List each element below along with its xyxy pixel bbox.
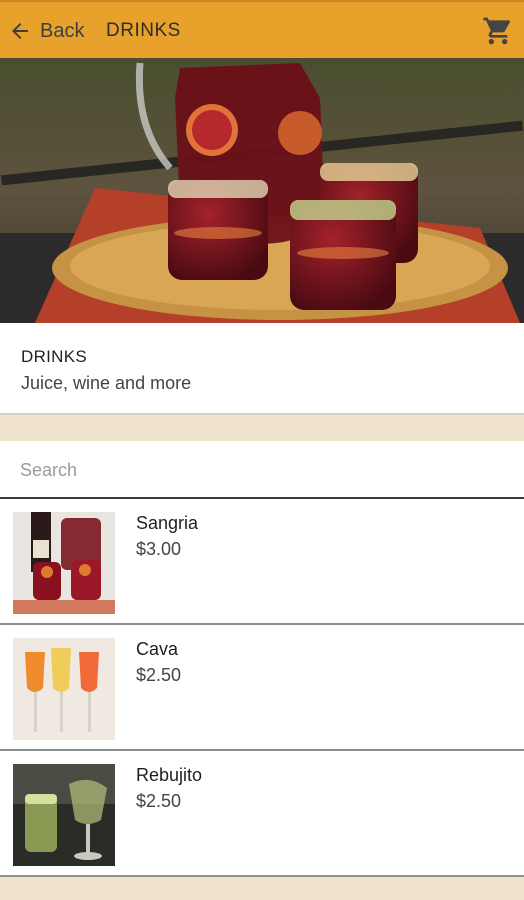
product-name: Sangria (136, 513, 199, 533)
product-thumbnail-sangria (13, 512, 115, 614)
category-title: DRINKS (21, 347, 88, 366)
back-button[interactable]: Back (8, 14, 84, 48)
back-arrow-icon (12, 23, 28, 39)
product-price: $3.00 (136, 539, 182, 559)
product-list: Sangria $3.00 Cava $2.50 Rebujito $2.50 (0, 499, 524, 877)
category-subtitle: Juice, wine and more (21, 373, 192, 393)
product-price: $2.50 (136, 791, 182, 811)
product-thumbnail-cava (13, 638, 115, 740)
product-name: Rebujito (136, 765, 203, 785)
search-bar (0, 441, 524, 499)
product-item-sangria[interactable]: Sangria $3.00 (0, 499, 524, 625)
shopping-cart-icon[interactable] (482, 15, 514, 47)
top-app-bar: Back DRINKS (0, 0, 524, 58)
product-thumbnail-rebujito (13, 764, 115, 866)
product-item-rebujito[interactable]: Rebujito $2.50 (0, 751, 524, 877)
back-label: Back (40, 19, 85, 42)
page-title: DRINKS (106, 20, 181, 41)
product-name: Cava (136, 639, 179, 659)
product-price: $2.50 (136, 665, 182, 685)
app-screen: Back DRINKS DRINKS Juice, wine and more … (0, 0, 524, 900)
category-header-card: DRINKS Juice, wine and more (0, 323, 524, 415)
product-item-cava[interactable]: Cava $2.50 (0, 625, 524, 751)
hero-image-sangria (0, 58, 524, 323)
search-input[interactable] (20, 455, 500, 485)
